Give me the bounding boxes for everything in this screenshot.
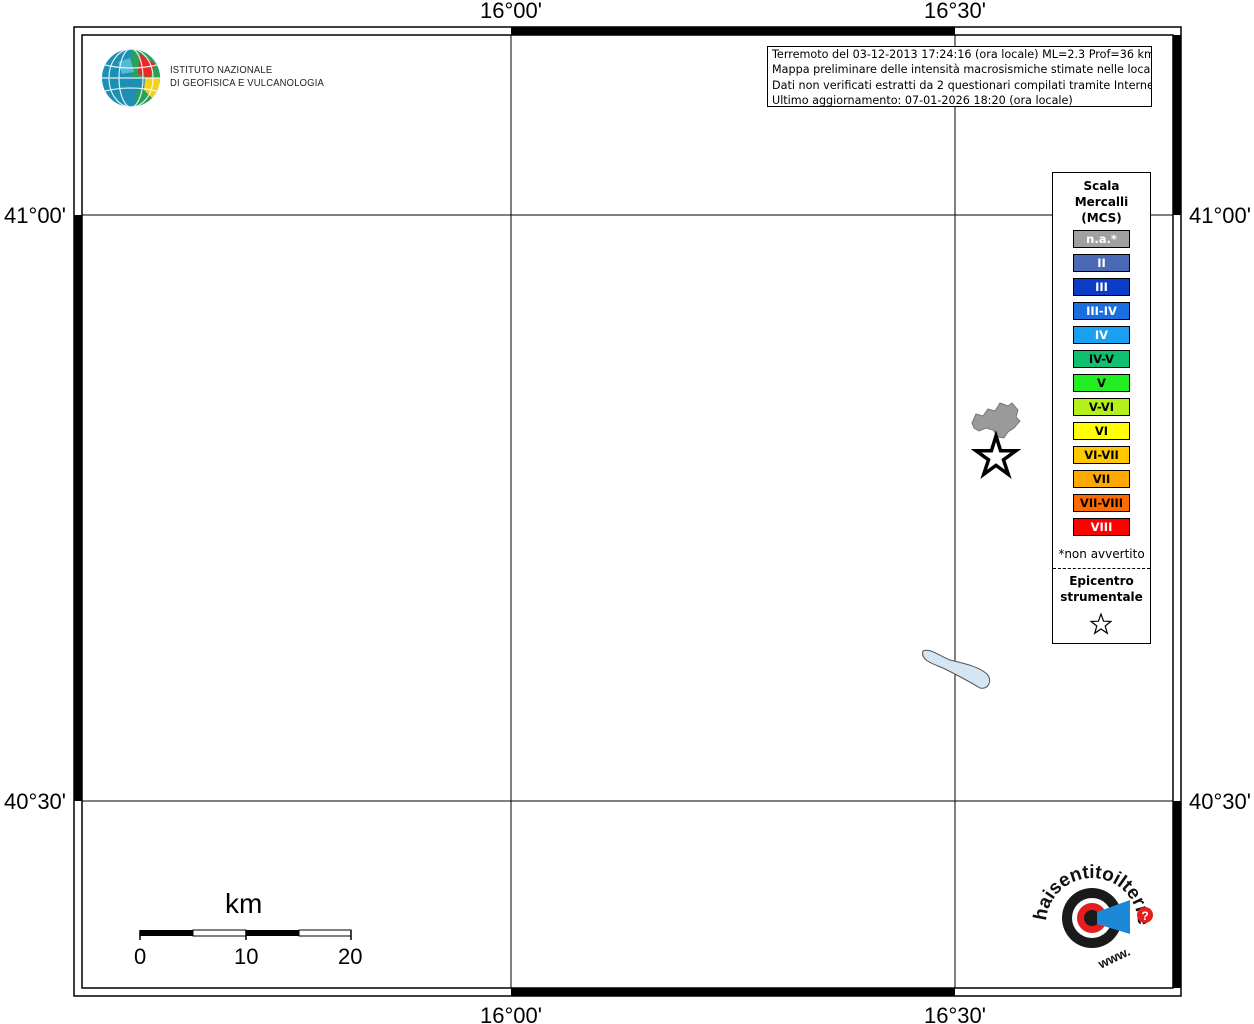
legend-swatch: VIII: [1073, 518, 1130, 536]
event-info-line1: Terremoto del 03-12-2013 17:24:16 (ora l…: [772, 48, 1152, 61]
mcs-legend: Scala Mercalli (MCS) n.a.* II III III-IV IV I…: [1052, 172, 1151, 644]
haisentito-text: haisentitoilterremoto.it: [0, 0, 1154, 926]
legend-swatch: VII-VIII: [1073, 494, 1130, 512]
scale-bar: [139, 929, 352, 940]
scale-label-10: 10: [234, 944, 259, 969]
legend-swatch: V: [1073, 374, 1130, 392]
map-inner-frame: [81, 34, 1174, 989]
scale-unit: km: [225, 888, 263, 919]
event-info-line2: Mappa preliminare delle intensità macros…: [772, 63, 1152, 77]
right-label-41-00: 41°00': [1189, 203, 1251, 228]
legend-swatch: VI: [1073, 422, 1130, 440]
legend-swatch: VII: [1073, 470, 1130, 488]
legend-swatch: V-VI: [1073, 398, 1130, 416]
legend-swatch: IV: [1073, 326, 1130, 344]
legend-swatch: II: [1073, 254, 1130, 272]
map-frame: [73, 26, 1182, 997]
bottom-label-16-30: 16°30': [924, 1003, 986, 1024]
legend-epicenter-line2: strumentale: [1060, 590, 1143, 604]
right-label-40-30: 40°30': [1189, 789, 1251, 814]
border-bottom-segment: [511, 988, 955, 996]
bottom-label-16-00: 16°00': [480, 1003, 542, 1024]
question-mark: ?: [1141, 909, 1148, 923]
event-info-line4: Ultimo aggiornamento: 07-01-2026 18:20 (…: [772, 93, 1073, 107]
left-label-40-30: 40°30': [4, 789, 66, 814]
haisentito-logo: haisentitoilterremoto.it www. ?: [0, 0, 1154, 972]
legend-swatch: IV-V: [1073, 350, 1130, 368]
legend-title-line1: Scala: [1083, 179, 1120, 193]
www-text: www.: [1095, 944, 1133, 972]
legend-swatch: n.a.*: [1073, 230, 1130, 248]
top-label-16-00: 16°00': [480, 0, 542, 23]
border-left-segment: [74, 215, 82, 801]
legend-swatch: III-IV: [1073, 302, 1130, 320]
scale-label-20: 20: [338, 944, 363, 969]
border-right-segment-bottom: [1173, 801, 1181, 988]
legend-swatch: VI-VII: [1073, 446, 1130, 464]
lake: [922, 649, 991, 689]
scale-label-0: 0: [134, 944, 147, 969]
event-info-line3: Dati non verificati estratti da 2 questi…: [772, 78, 1152, 92]
border-top-segment: [511, 27, 955, 35]
legend-title: Scala Mercalli (MCS): [1053, 178, 1150, 226]
ingv-name: ISTITUTO NAZIONALE DI GEOFISICA E VULCAN…: [170, 64, 324, 90]
legend-star-icon: [1090, 613, 1112, 635]
ingv-name-line2: DI GEOFISICA E VULCANOLOGIA: [170, 77, 324, 89]
legend-swatch: III: [1073, 278, 1130, 296]
event-info-box: Terremoto del 03-12-2013 17:24:16 (ora l…: [767, 46, 1152, 107]
globe-icon: [102, 48, 160, 108]
legend-epicenter-label: Epicentro strumentale: [1053, 573, 1150, 605]
legend-separator: [1053, 568, 1150, 569]
epicenter-star: [970, 430, 1022, 480]
border-right-segment-top: [1173, 35, 1181, 215]
legend-title-line3: (MCS): [1081, 211, 1122, 225]
ingv-name-line1: ISTITUTO NAZIONALE: [170, 64, 273, 76]
legend-title-line2: Mercalli: [1074, 195, 1129, 209]
top-label-16-30: 16°30': [924, 0, 986, 23]
legend-epicenter-line1: Epicentro: [1069, 574, 1134, 588]
legend-note: *non avvertito: [1058, 547, 1145, 561]
left-label-41-00: 41°00': [4, 203, 66, 228]
